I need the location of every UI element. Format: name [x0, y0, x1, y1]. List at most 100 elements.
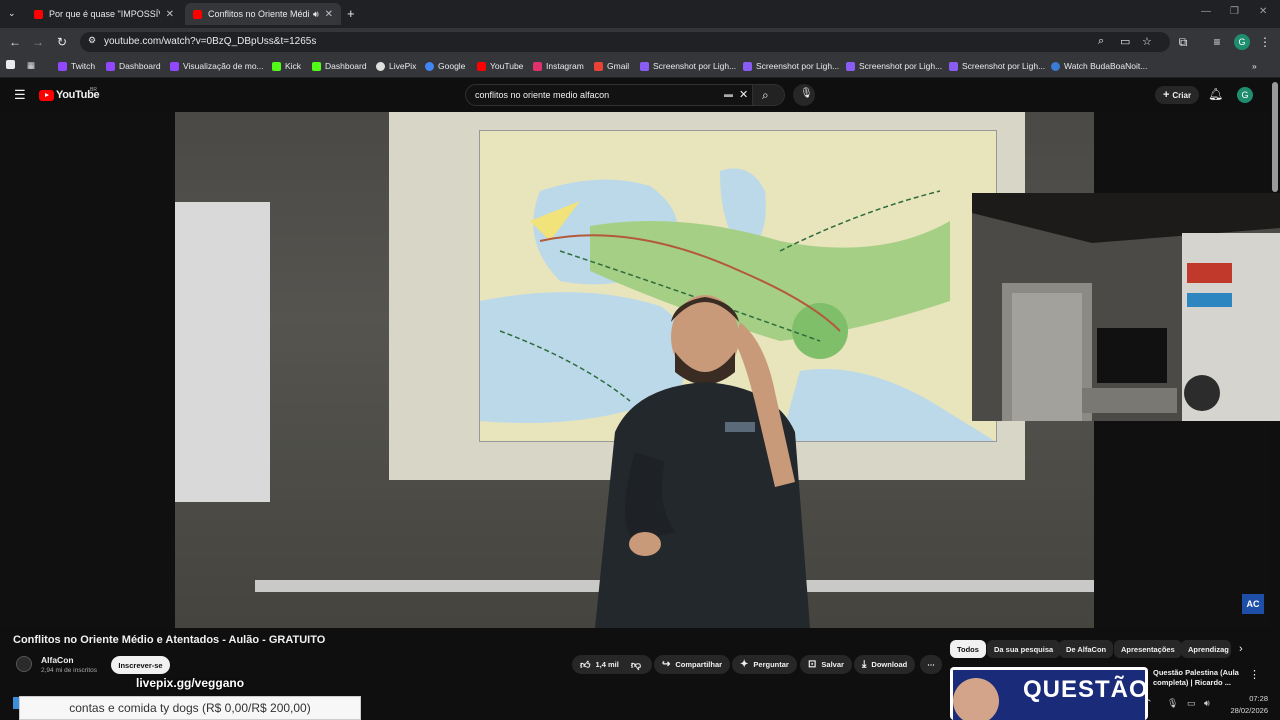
keyboard-icon[interactable]: ▬: [724, 89, 733, 99]
network-icon[interactable]: ▭: [1187, 698, 1196, 709]
bookmarks-bar: ▦ Twitch Dashboard Visualização de mo...…: [0, 56, 1280, 78]
back-icon[interactable]: ←: [8, 35, 22, 49]
youtube-favicon-icon: [193, 9, 202, 19]
search-button[interactable]: ⌕: [753, 84, 785, 106]
kick-icon: [272, 61, 281, 71]
youtube-header: ☰ YouTube BR conflitos no oriente medio …: [0, 78, 1280, 112]
bookmark-twitch[interactable]: Twitch: [58, 61, 95, 71]
hamburger-menu-icon[interactable]: ☰: [14, 87, 26, 103]
dislike-icon[interactable]: 👎︎: [631, 659, 641, 671]
chip-todos[interactable]: Todos: [950, 640, 986, 658]
zoom-icon[interactable]: ⌕: [1098, 35, 1104, 48]
tab-close-icon[interactable]: ✕: [325, 9, 333, 20]
bookmark-google[interactable]: Google: [425, 61, 465, 71]
lightshot-icon: [949, 61, 958, 71]
recommendation-menu-icon[interactable]: ⋮: [1249, 668, 1260, 681]
bookmark-star-icon[interactable]: ☆: [1142, 35, 1152, 48]
bookmark-kick-dashboard[interactable]: Dashboard: [312, 61, 367, 71]
bookmark-screenshot-1[interactable]: Screenshot por Ligh...: [640, 61, 736, 71]
cast-icon[interactable]: ▭: [1120, 35, 1130, 48]
notifications-bell-icon[interactable]: 🔔︎: [1208, 87, 1223, 101]
like-count[interactable]: 1,4 mil: [595, 660, 618, 669]
channel-name[interactable]: AlfaCon: [41, 655, 74, 665]
tab-close-icon[interactable]: ✕: [166, 9, 174, 20]
browser-tab-2[interactable]: Conflitos no Oriente Médio 🔊︎ ✕: [185, 3, 341, 25]
minimize-icon[interactable]: —: [1201, 6, 1211, 17]
webcam-overlay: [972, 193, 1280, 421]
tab-search-chevron-icon[interactable]: ⌄: [8, 8, 16, 19]
bookmark-screenshot-2[interactable]: Screenshot por Ligh...: [743, 61, 839, 71]
voice-search-button[interactable]: 🎙︎: [793, 84, 815, 106]
forward-icon[interactable]: →: [31, 35, 45, 49]
gmail-icon: [594, 61, 603, 71]
maximize-icon[interactable]: ❐: [1230, 6, 1239, 17]
page-scrollbar[interactable]: [1272, 82, 1278, 192]
region-code: BR: [90, 87, 97, 93]
bookmark-livepix[interactable]: LivePix: [376, 61, 416, 71]
create-button[interactable]: + Criar: [1155, 86, 1199, 104]
tab-strip: ⌄ Por que é quase "IMPOSSÍVEL" ✕ Conflit…: [0, 0, 1280, 28]
more-actions-icon[interactable]: ⋯: [920, 655, 942, 674]
like-dislike-group: 👍︎ 1,4 mil 👎︎: [572, 655, 652, 674]
new-tab-button[interactable]: +: [347, 6, 355, 21]
ask-button[interactable]: ✦ Perguntar: [732, 655, 797, 674]
search-input[interactable]: conflitos no oriente medio alfacon ▬ ✕: [465, 84, 753, 106]
bookmark-screenshot-4[interactable]: Screenshot por Ligh...: [949, 61, 1045, 71]
bookmark-gmail[interactable]: Gmail: [594, 61, 629, 71]
recommendation-thumbnail[interactable]: QUESTÃO: [950, 667, 1148, 720]
chip-de-alfacon[interactable]: De AlfaCon: [1059, 640, 1114, 658]
subscribe-button[interactable]: Inscrever-se: [111, 656, 170, 674]
clock-time[interactable]: 07:28: [1238, 694, 1268, 703]
google-icon: [425, 61, 434, 71]
channel-watermark-logo[interactable]: AC: [1242, 594, 1264, 614]
clear-search-icon[interactable]: ✕: [739, 88, 748, 101]
share-button[interactable]: ↪ Compartilhar: [654, 655, 731, 674]
kick-icon: [312, 61, 321, 71]
chip-apresentacoes[interactable]: Apresentações: [1114, 640, 1182, 658]
youtube-logo-icon[interactable]: [39, 90, 54, 101]
youtube-icon: [477, 61, 486, 71]
clock-date[interactable]: 28/02/2026: [1228, 706, 1268, 715]
close-window-icon[interactable]: ✕: [1259, 6, 1267, 17]
youtube-account-avatar[interactable]: G: [1237, 87, 1253, 103]
chip-da-sua-pesquisa[interactable]: Da sua pesquisa: [987, 640, 1061, 658]
donation-goal-box: contas e comida ty dogs (R$ 0,00/R$ 200,…: [19, 696, 361, 720]
tray-chevron-icon[interactable]: ⌃: [1145, 698, 1153, 709]
bookmark-watch[interactable]: Watch BudaBoaNoit...: [1051, 61, 1147, 71]
download-button[interactable]: ⤓ Download: [854, 655, 916, 674]
bookmark-kick[interactable]: Kick: [272, 61, 301, 71]
bookmark-dashboard[interactable]: Dashboard: [106, 61, 161, 71]
subscriber-count: 2,94 mi de inscritos: [41, 667, 97, 674]
bookmark-folder-icon[interactable]: [6, 60, 19, 69]
browser-tab-1[interactable]: Por que é quase "IMPOSSÍVEL" ✕: [26, 3, 182, 25]
bookmark-youtube[interactable]: YouTube: [477, 61, 523, 71]
bookmark-visualizacao[interactable]: Visualização de mo...: [170, 61, 264, 71]
bookmark-instagram[interactable]: Instagram: [533, 61, 584, 71]
save-button[interactable]: ⊡ Salvar: [800, 655, 852, 674]
twitch-icon: [106, 61, 115, 71]
reading-list-icon[interactable]: ≡: [1210, 35, 1224, 49]
chips-next-chevron-icon[interactable]: ›: [1239, 643, 1243, 655]
video-frame: [175, 112, 1094, 628]
extensions-icon[interactable]: ⧉: [1176, 35, 1190, 50]
thumbnail-image: QUESTÃO: [953, 670, 1148, 720]
apps-grid-icon[interactable]: ▦: [27, 60, 35, 71]
microphone-tray-icon[interactable]: 🎙︎: [1167, 698, 1178, 709]
volume-icon[interactable]: 🔊︎: [1204, 698, 1210, 709]
twitch-icon: [58, 61, 67, 71]
site-info-icon[interactable]: ⚙: [88, 35, 96, 46]
lightshot-icon: [743, 61, 752, 71]
address-bar[interactable]: ⚙ youtube.com/watch?v=0BzQ_DBpUss&t=1265…: [80, 32, 1170, 52]
webcam-room-scene: [972, 193, 1280, 421]
reload-icon[interactable]: ↻: [55, 35, 69, 49]
bookmark-screenshot-3[interactable]: Screenshot por Ligh...: [846, 61, 942, 71]
browser-menu-icon[interactable]: ⋮: [1258, 35, 1272, 49]
speaker-icon[interactable]: 🔊︎: [313, 9, 319, 20]
watch-icon: [1051, 61, 1060, 71]
channel-avatar[interactable]: [16, 656, 32, 672]
like-icon[interactable]: 👍︎: [580, 659, 590, 671]
chip-aprendizagem[interactable]: Aprendizag: [1181, 640, 1231, 658]
more-bookmarks-icon[interactable]: »: [1252, 61, 1257, 71]
profile-avatar[interactable]: G: [1234, 34, 1250, 50]
recommendation-title[interactable]: Questão Palestina (Aula completa) | Rica…: [1153, 668, 1253, 688]
